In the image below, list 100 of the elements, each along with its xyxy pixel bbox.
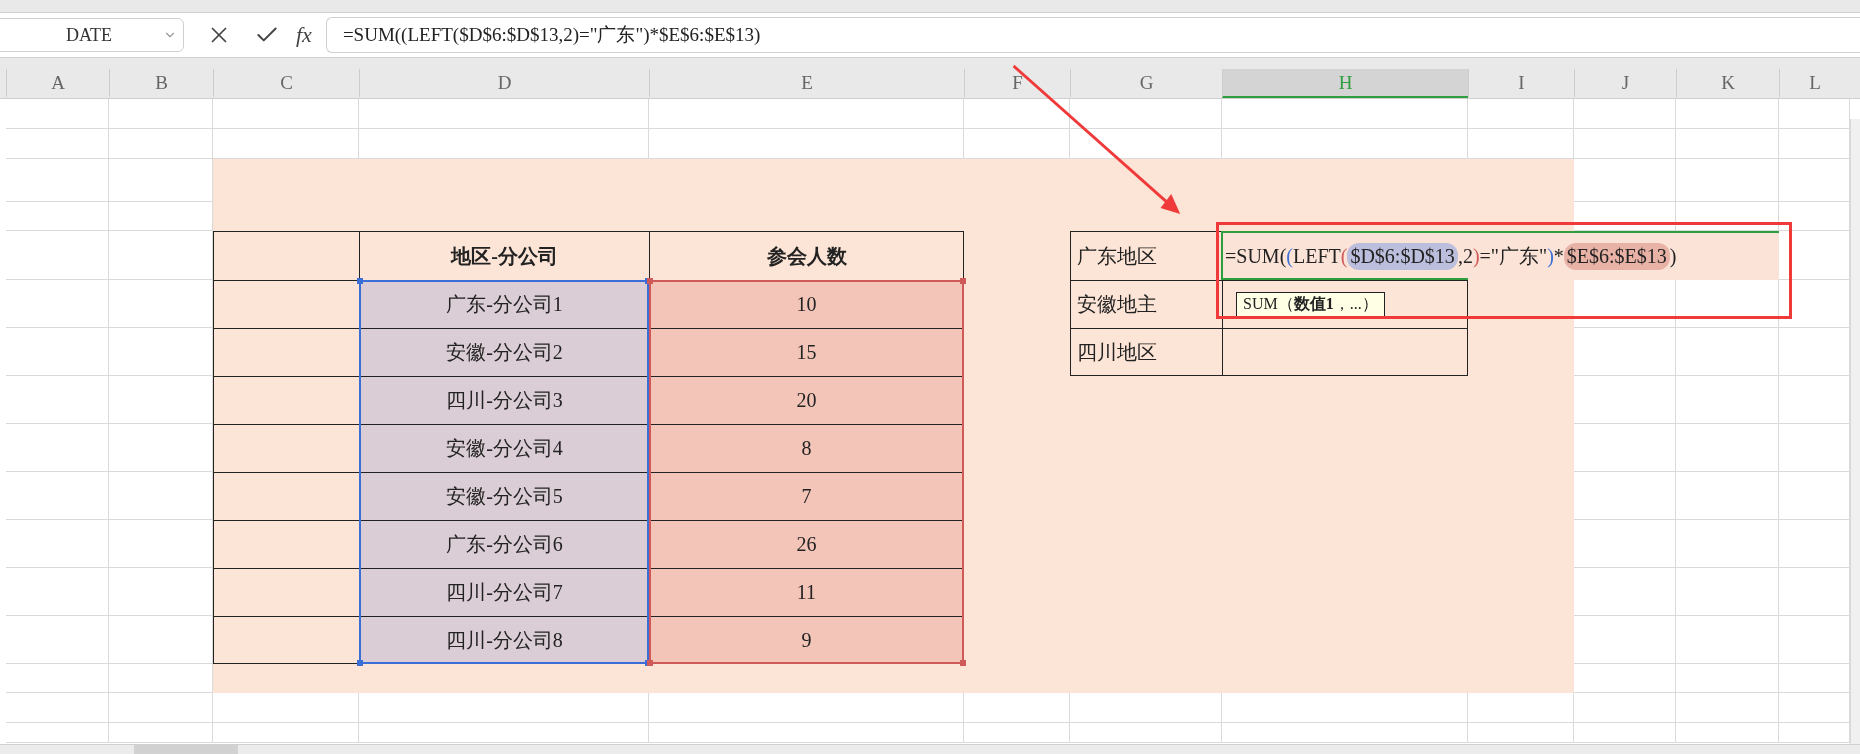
sheet-cell[interactable] [1676, 129, 1779, 159]
formula-parenthesis: ( [1286, 245, 1293, 268]
table-cell: 四川地区 [1070, 328, 1222, 376]
sheet-cell[interactable] [1574, 129, 1676, 159]
column-header[interactable]: K [1676, 69, 1779, 98]
table-cell: 广东-分公司1 [359, 280, 649, 328]
formula-field[interactable]: =SUM((LEFT($D$6:$D$13,2)="广东")*$E$6:$E$13) [325, 17, 1860, 53]
sheet-cell[interactable] [109, 568, 213, 616]
formula-text: LEFT [1292, 245, 1341, 267]
sheet-cell[interactable] [6, 664, 109, 693]
sheet-cell[interactable] [109, 376, 213, 424]
column-header[interactable]: C [213, 69, 359, 98]
sheet-cell[interactable] [6, 202, 109, 231]
sheet-cell[interactable] [213, 723, 359, 743]
sheet-cell[interactable] [1222, 99, 1468, 129]
sheet-cell[interactable] [1676, 99, 1779, 129]
vertical-scrollbar[interactable] [1850, 119, 1860, 744]
sheet-cell[interactable] [6, 99, 109, 129]
formula-text: ="广东" [1479, 244, 1548, 269]
column-header[interactable]: A [6, 69, 109, 98]
sheet-cell[interactable] [649, 99, 964, 129]
sheet-cell[interactable] [1574, 99, 1676, 129]
sheet-cell[interactable] [1779, 99, 1850, 129]
sheet-cell[interactable] [1676, 664, 1779, 693]
sheet-cell[interactable] [1222, 723, 1468, 743]
horizontal-scrollbar[interactable] [0, 744, 1860, 754]
column-header[interactable]: B [109, 69, 213, 98]
table-cell: 20 [649, 376, 964, 424]
table-cell: 安徽-分公司4 [359, 424, 649, 472]
scrollbar-thumb[interactable] [134, 745, 238, 754]
sheet-cell[interactable] [1676, 723, 1779, 743]
table-cell: 26 [649, 520, 964, 568]
sheet-cell[interactable] [964, 723, 1070, 743]
sheet-cell[interactable] [1468, 99, 1574, 129]
sheet-cell[interactable] [1468, 723, 1574, 743]
sheet-cell[interactable] [6, 723, 109, 743]
cell-editor[interactable]: =SUM((LEFT($D$6:$D$13,2)="广东")*$E$6:$E$13) [1221, 231, 1779, 280]
sheet-cell[interactable] [109, 99, 213, 129]
sheet-cell[interactable] [109, 328, 213, 376]
sheet-cell[interactable] [6, 424, 109, 472]
sheet-cell[interactable] [109, 231, 213, 280]
sheet-cell[interactable] [213, 99, 359, 129]
sheet-cell[interactable] [359, 99, 649, 129]
sheet-cell[interactable] [1676, 328, 1779, 376]
formula-parenthesis: ) [1547, 245, 1554, 268]
sheet-cell[interactable] [649, 723, 964, 743]
table-cell: 四川-分公司8 [359, 616, 649, 664]
name-box[interactable]: DATE [0, 18, 184, 52]
sheet-cell[interactable] [6, 159, 109, 202]
sheet-cell[interactable] [109, 616, 213, 664]
sheet-cell[interactable] [6, 376, 109, 424]
sheet-cell[interactable] [6, 520, 109, 568]
formula-text: * [1553, 245, 1564, 268]
sheet-cell[interactable] [6, 472, 109, 520]
sheet-cell[interactable] [1574, 723, 1676, 743]
sheet-cell[interactable] [1574, 693, 1676, 723]
table-cell: 四川-分公司3 [359, 376, 649, 424]
sheet-cell[interactable] [6, 129, 109, 159]
sheet-cell[interactable] [109, 424, 213, 472]
sheet-cell[interactable] [6, 568, 109, 616]
sheet-cell[interactable] [1070, 99, 1222, 129]
table-cell: 11 [649, 568, 964, 616]
formula-text: ,2 [1457, 245, 1473, 268]
column-header[interactable]: D [359, 69, 649, 98]
sheet-cell[interactable] [6, 280, 109, 328]
sheet-cell[interactable] [1676, 520, 1779, 568]
sheet-cell[interactable] [1070, 723, 1222, 743]
column-header[interactable]: I [1468, 69, 1574, 98]
sheet-cell[interactable] [109, 723, 213, 743]
column-heading: 地区-分公司 [359, 231, 649, 280]
sheet-cell[interactable] [1676, 376, 1779, 424]
sheet-cell[interactable] [1676, 472, 1779, 520]
column-header[interactable]: J [1574, 69, 1676, 98]
sheet-cell[interactable] [964, 99, 1070, 129]
insert-function-button[interactable]: fx [296, 22, 312, 48]
sheet-cell[interactable] [1676, 693, 1779, 723]
sheet-cell[interactable] [6, 231, 109, 280]
table-cell: 广东-分公司6 [359, 520, 649, 568]
sheet-cell[interactable] [109, 280, 213, 328]
sheet-cell[interactable] [109, 693, 213, 723]
sheet-cell[interactable] [1676, 568, 1779, 616]
sheet-cell[interactable] [6, 616, 109, 664]
formula-parenthesis: ) [1472, 245, 1480, 268]
sheet-cell[interactable] [1676, 616, 1779, 664]
sheet-cell[interactable] [1676, 159, 1779, 202]
sheet-cell[interactable] [109, 472, 213, 520]
sheet-cell[interactable] [6, 328, 109, 376]
range-reference: $E$6:$E$13 [1563, 243, 1670, 270]
table-cell: 15 [649, 328, 964, 376]
column-heading: 参会人数 [649, 231, 964, 280]
table-cell: 8 [649, 424, 964, 472]
column-header[interactable]: F [964, 69, 1070, 98]
sheet-cell[interactable] [359, 723, 649, 743]
formula-text: =SUM( [1225, 245, 1287, 268]
table-cell: 10 [649, 280, 964, 328]
sheet-cell[interactable] [109, 129, 213, 159]
sheet-cell[interactable] [109, 520, 213, 568]
column-header[interactable]: E [649, 69, 964, 98]
sheet-cell[interactable] [6, 693, 109, 723]
sheet-cell[interactable] [1676, 424, 1779, 472]
